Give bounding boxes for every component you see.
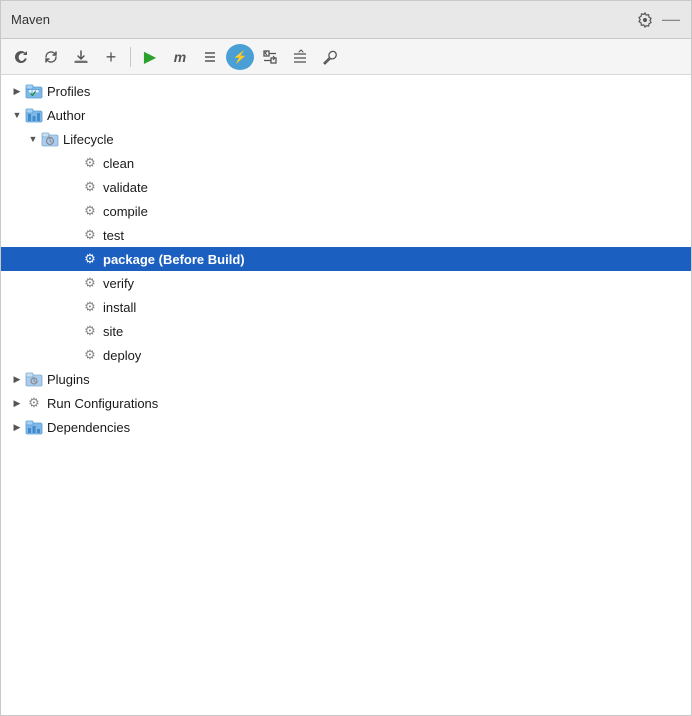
title-actions: — [635, 10, 681, 30]
author-label: Author [47, 108, 85, 123]
collapse-button[interactable] [286, 44, 314, 70]
lightning-button[interactable]: ⚡ [226, 44, 254, 70]
tree-item-validate[interactable]: ⚙ validate [1, 175, 691, 199]
install-label: install [103, 300, 136, 315]
lifecycle-label: Lifecycle [63, 132, 114, 147]
clean-gear-icon: ⚙ [81, 154, 99, 172]
compile-label: compile [103, 204, 148, 219]
run-button[interactable]: ▶ [136, 44, 164, 70]
refresh-button[interactable] [7, 44, 35, 70]
toolbar: + ▶ m ⚡ [1, 39, 691, 75]
maven-button[interactable]: m [166, 44, 194, 70]
package-gear-icon: ⚙ [81, 250, 99, 268]
expand-button[interactable] [256, 44, 284, 70]
tree-item-package[interactable]: ⚙ package (Before Build) [1, 247, 691, 271]
tree-item-plugins[interactable]: Plugins [1, 367, 691, 391]
tree-item-run-configurations[interactable]: ⚙ Run Configurations [1, 391, 691, 415]
download-button[interactable] [67, 44, 95, 70]
tree-item-dependencies[interactable]: Dependencies [1, 415, 691, 439]
test-gear-icon: ⚙ [81, 226, 99, 244]
tree-item-verify[interactable]: ⚙ verify [1, 271, 691, 295]
refresh-alt-button[interactable] [37, 44, 65, 70]
clean-label: clean [103, 156, 134, 171]
arrow-plugins [9, 371, 25, 387]
arrow-dependencies [9, 419, 25, 435]
verify-label: verify [103, 276, 134, 291]
run-configurations-icon: ⚙ [25, 394, 43, 412]
site-label: site [103, 324, 123, 339]
package-label: package (Before Build) [103, 252, 245, 267]
add-button[interactable]: + [97, 44, 125, 70]
plugins-label: Plugins [47, 372, 90, 387]
install-gear-icon: ⚙ [81, 298, 99, 316]
lifecycle-icon [41, 130, 59, 148]
maven-panel: Maven — [0, 0, 692, 716]
test-label: test [103, 228, 124, 243]
tree-item-lifecycle[interactable]: Lifecycle [1, 127, 691, 151]
author-icon [25, 106, 43, 124]
dependencies-label: Dependencies [47, 420, 130, 435]
title-bar: Maven — [1, 1, 691, 39]
tree-view: Profiles Author [1, 75, 691, 715]
tree-item-deploy[interactable]: ⚙ deploy [1, 343, 691, 367]
tree-item-profiles[interactable]: Profiles [1, 79, 691, 103]
tree-item-test[interactable]: ⚙ test [1, 223, 691, 247]
arrow-profiles [9, 83, 25, 99]
validate-gear-icon: ⚙ [81, 178, 99, 196]
minimize-icon[interactable]: — [661, 10, 681, 30]
dependencies-icon [25, 418, 43, 436]
profiles-icon [25, 82, 43, 100]
tree-item-compile[interactable]: ⚙ compile [1, 199, 691, 223]
tree-item-clean[interactable]: ⚙ clean [1, 151, 691, 175]
run-configurations-label: Run Configurations [47, 396, 158, 411]
deploy-label: deploy [103, 348, 141, 363]
compile-gear-icon: ⚙ [81, 202, 99, 220]
deploy-gear-icon: ⚙ [81, 346, 99, 364]
settings-icon[interactable] [635, 10, 655, 30]
tree-item-author[interactable]: Author [1, 103, 691, 127]
panel-title: Maven [11, 12, 50, 27]
arrow-author [9, 107, 25, 123]
verify-gear-icon: ⚙ [81, 274, 99, 292]
plugins-icon [25, 370, 43, 388]
arrow-lifecycle [25, 131, 41, 147]
tree-item-site[interactable]: ⚙ site [1, 319, 691, 343]
profiles-label: Profiles [47, 84, 90, 99]
separator-1 [130, 47, 131, 67]
site-gear-icon: ⚙ [81, 322, 99, 340]
tree-item-install[interactable]: ⚙ install [1, 295, 691, 319]
wrench-button[interactable] [316, 44, 344, 70]
arrow-run-configurations [9, 395, 25, 411]
toggle-button[interactable] [196, 44, 224, 70]
validate-label: validate [103, 180, 148, 195]
